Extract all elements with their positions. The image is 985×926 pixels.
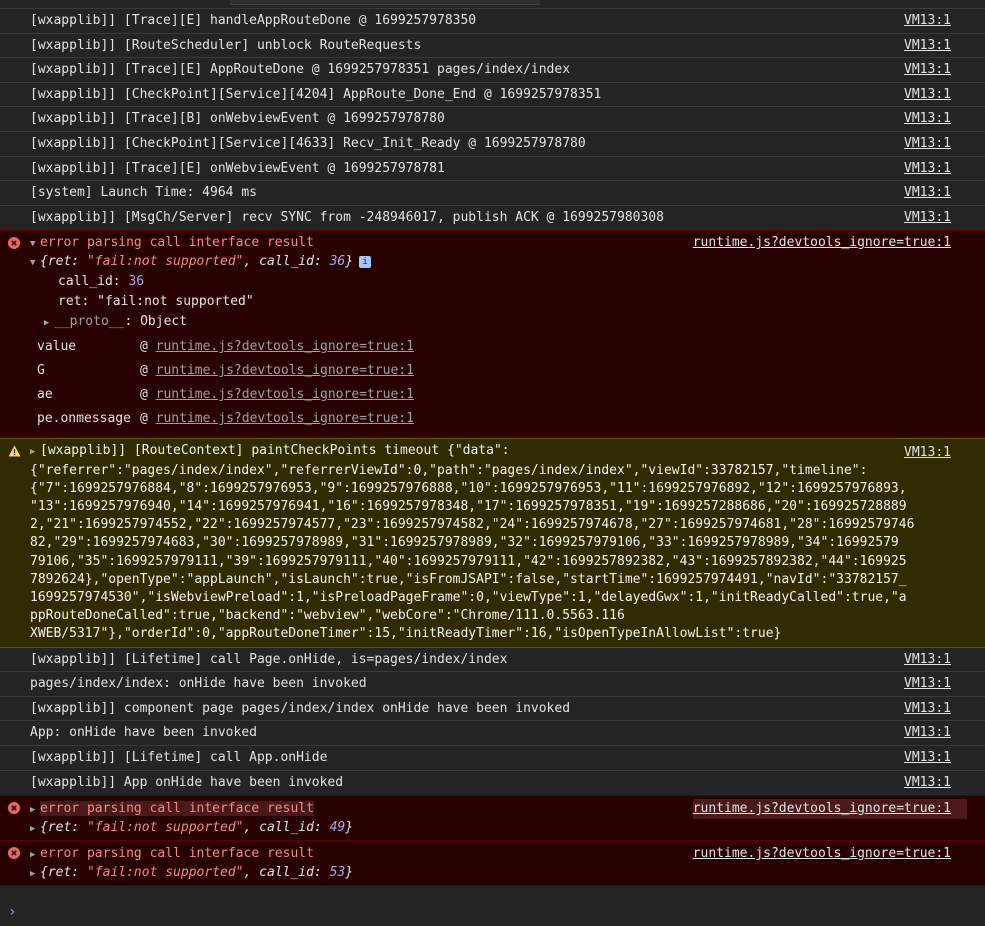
log-row: [wxapplib]] [Trace][E] handleAppRouteDon…	[0, 9, 985, 34]
stack-link[interactable]: runtime.js?devtools_ignore=true:1	[156, 387, 414, 402]
log-row: [wxapplib]] [Trace][B] onWebviewEvent @ …	[0, 107, 985, 132]
object-preview[interactable]: ▶ {ret: "fail:not supported", call_id: 49…	[30, 818, 353, 839]
error-message-collapsed: ▶ error parsing call interface result run…	[0, 795, 985, 842]
log-text: [wxapplib]] [CheckPoint][Service][4633] …	[30, 135, 586, 151]
log-text: [wxapplib]] [Lifetime] call Page.onHide,…	[30, 651, 508, 667]
source-link[interactable]: VM13:1	[904, 58, 951, 82]
stack-row: pe.onmessage @ runtime.js?devtools_ignore…	[37, 411, 414, 427]
top-strip	[0, 0, 985, 9]
log-text: pages/index/index: onHide have been invo…	[30, 676, 367, 692]
prompt-chevron-icon: ›	[8, 904, 17, 920]
source-link[interactable]: VM13:1	[904, 746, 951, 770]
source-link[interactable]: VM13:1	[904, 34, 951, 58]
error-text: error parsing call interface result	[40, 846, 314, 862]
source-link[interactable]: VM13:1	[904, 107, 951, 131]
log-text: [wxapplib]] [Trace][B] onWebviewEvent @ …	[30, 111, 445, 127]
log-text: [wxapplib]] component page pages/index/i…	[30, 700, 571, 716]
object-property: call_id: 36	[58, 274, 145, 290]
stack-link[interactable]: runtime.js?devtools_ignore=true:1	[156, 363, 414, 378]
source-link[interactable]: VM13:1	[904, 648, 951, 672]
source-link[interactable]: VM13:1	[904, 697, 951, 721]
error-message-expanded: ▼ error parsing call interface result run…	[0, 230, 985, 439]
log-row: [wxapplib]] component page pages/index/i…	[0, 697, 985, 722]
source-link[interactable]: runtime.js?devtools_ignore=true:1	[693, 844, 951, 864]
log-group-top: [wxapplib]] [Trace][E] handleAppRouteDon…	[0, 9, 985, 230]
log-text: [wxapplib]] [Trace][E] handleAppRouteDon…	[30, 13, 477, 28]
object-preview[interactable]: ▼ {ret: "fail:not supported", call_id: 36…	[30, 252, 372, 273]
stack-link[interactable]: runtime.js?devtools_ignore=true:1	[156, 339, 414, 354]
collapse-triangle-icon[interactable]: ▶	[44, 313, 54, 333]
expand-triangle-icon[interactable]: ▶	[30, 864, 40, 884]
error-circle-icon	[8, 802, 20, 815]
expand-triangle-icon[interactable]: ▶	[30, 443, 40, 461]
expand-triangle-icon[interactable]: ▶	[30, 819, 40, 839]
log-group-mid: [wxapplib]] [Lifetime] call Page.onHide,…	[0, 648, 985, 796]
log-text: [system] Launch Time: 4964 ms	[30, 185, 257, 201]
log-row: [wxapplib]] [MsgCh/Server] recv SYNC fro…	[0, 206, 985, 231]
devtools-console: [wxapplib]] [Trace][E] handleAppRouteDon…	[0, 0, 985, 926]
stack-row: value @ runtime.js?devtools_ignore=true:1	[37, 339, 414, 355]
source-link[interactable]: VM13:1	[904, 672, 951, 696]
source-link[interactable]: VM13:1	[904, 721, 951, 745]
log-text: [wxapplib]] [Trace][E] onWebviewEvent @ …	[30, 160, 445, 176]
source-link[interactable]: VM13:1	[904, 444, 951, 462]
source-link[interactable]: runtime.js?devtools_ignore=true:1	[692, 799, 967, 820]
source-link[interactable]: VM13:1	[904, 132, 951, 156]
log-row: [wxapplib]] [CheckPoint][Service][4204] …	[0, 83, 985, 108]
warning-message: VM13:1 ▶ [wxapplib]] [RouteContext] paint…	[0, 438, 985, 648]
log-text: [wxapplib]] [Trace][E] AppRouteDone @ 16…	[30, 62, 571, 78]
source-link[interactable]: VM13:1	[904, 83, 951, 107]
log-row: [system] Launch Time: 4964 ms VM13:1	[0, 181, 985, 206]
stack-row: ae @ runtime.js?devtools_ignore=true:1	[37, 387, 414, 403]
log-row: [wxapplib]] [Lifetime] call Page.onHide,…	[0, 648, 985, 673]
log-row: [wxapplib]] [Trace][E] AppRouteDone @ 16…	[0, 58, 985, 83]
error-message-collapsed: ▶ error parsing call interface result run…	[0, 841, 985, 887]
expand-triangle-icon[interactable]: ▶	[30, 845, 40, 865]
error-text: error parsing call interface result	[40, 801, 314, 817]
log-row: [wxapplib]] [Trace][E] onWebviewEvent @ …	[0, 157, 985, 182]
expand-triangle-icon[interactable]: ▼	[30, 234, 40, 254]
source-link[interactable]: VM13:1	[904, 157, 951, 181]
source-link[interactable]: VM13:1	[904, 181, 951, 205]
expand-triangle-icon[interactable]: ▶	[30, 800, 40, 820]
source-link[interactable]: VM13:1	[904, 206, 951, 230]
log-row: [wxapplib]] [CheckPoint][Service][4633] …	[0, 132, 985, 157]
log-text: [wxapplib]] [CheckPoint][Service][4204] …	[30, 86, 602, 102]
warning-text: [wxapplib]] [RouteContext] paintCheckPoi…	[30, 443, 915, 642]
log-row: [wxapplib]] [Lifetime] call App.onHide VM…	[0, 746, 985, 771]
object-proto[interactable]: ▶ __proto__: Object	[44, 312, 187, 333]
warning-triangle-icon	[8, 445, 21, 457]
scroll-thumb[interactable]	[230, 0, 540, 5]
error-circle-icon	[8, 237, 20, 250]
log-text: [wxapplib]] [RouteScheduler] unblock Rou…	[30, 37, 422, 53]
log-row: [wxapplib]] [RouteScheduler] unblock Rou…	[0, 34, 985, 59]
info-icon[interactable]: i	[359, 255, 372, 268]
expand-triangle-icon[interactable]: ▼	[30, 253, 40, 273]
log-text: [wxapplib]] [Lifetime] call App.onHide	[30, 749, 328, 765]
source-link[interactable]: VM13:1	[904, 771, 951, 795]
log-text: [wxapplib]] App onHide have been invoked	[30, 774, 344, 790]
error-circle-icon	[8, 847, 20, 860]
stack-row: G @ runtime.js?devtools_ignore=true:1	[37, 363, 414, 379]
object-preview[interactable]: ▶ {ret: "fail:not supported", call_id: 53…	[30, 863, 353, 884]
log-text: App: onHide have been invoked	[30, 725, 257, 741]
console-prompt[interactable]: ›	[8, 904, 16, 920]
stack-trace: value @ runtime.js?devtools_ignore=true:1…	[0, 335, 985, 431]
error-text: error parsing call interface result	[40, 235, 314, 251]
log-text: [wxapplib]] [MsgCh/Server] recv SYNC fro…	[30, 209, 664, 225]
log-row: pages/index/index: onHide have been invo…	[0, 672, 985, 697]
source-link[interactable]: VM13:1	[904, 9, 951, 33]
source-link[interactable]: runtime.js?devtools_ignore=true:1	[693, 233, 951, 253]
log-row: [wxapplib]] App onHide have been invoked…	[0, 771, 985, 796]
log-row: App: onHide have been invoked VM13:1	[0, 721, 985, 746]
stack-link[interactable]: runtime.js?devtools_ignore=true:1	[156, 411, 414, 426]
object-property: ret: "fail:not supported"	[58, 294, 254, 310]
